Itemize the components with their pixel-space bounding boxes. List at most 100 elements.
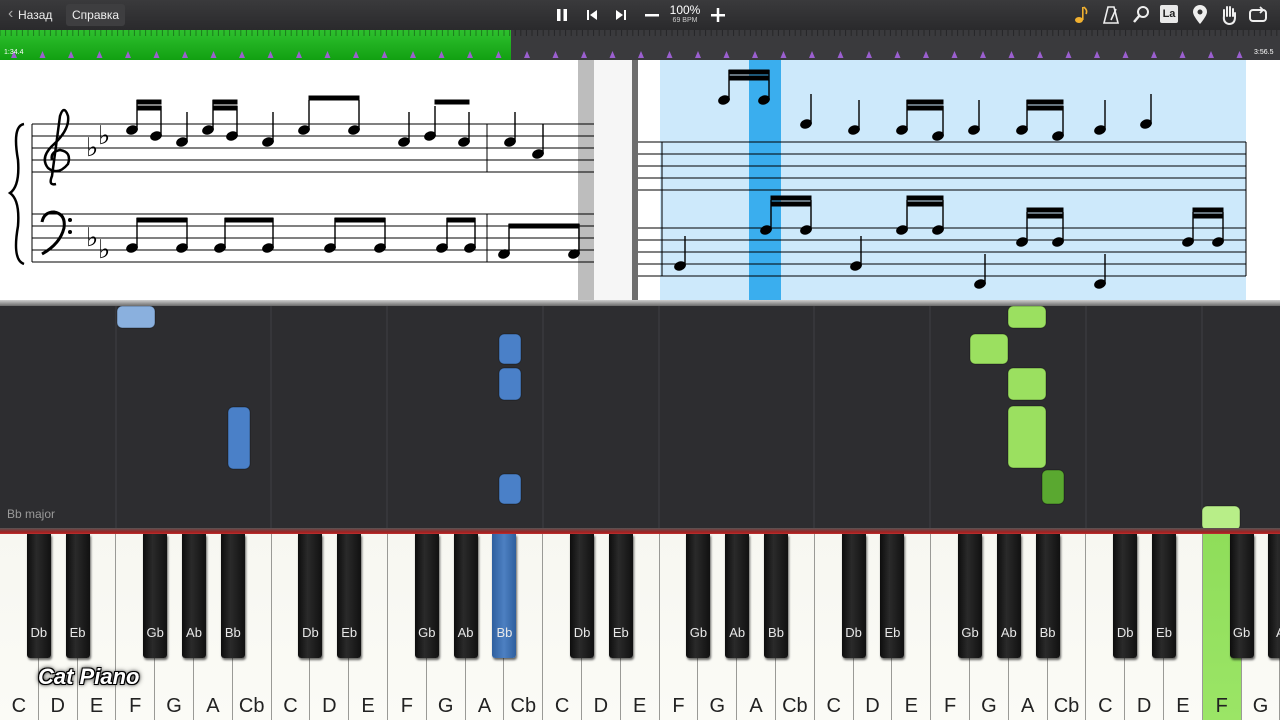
timeline-bar[interactable]: 1:34.4 3:56.5: [0, 30, 1280, 60]
next-button[interactable]: [609, 3, 633, 27]
black-key[interactable]: Eb: [337, 534, 362, 658]
tempo-decrease-button[interactable]: [640, 3, 664, 27]
black-key[interactable]: Db: [298, 534, 323, 658]
note-beam: [1026, 213, 1064, 219]
black-key-label: Gb: [1232, 625, 1251, 640]
white-key-label: E: [633, 695, 647, 717]
section-marker: [980, 51, 986, 58]
black-key[interactable]: Db: [26, 534, 51, 658]
black-key[interactable]: Eb: [65, 534, 90, 658]
black-key[interactable]: Ab: [725, 534, 750, 658]
black-key[interactable]: Eb: [1152, 534, 1176, 658]
black-key[interactable]: Eb: [608, 534, 633, 658]
location-button[interactable]: [1189, 4, 1211, 26]
black-key[interactable]: Db: [1113, 534, 1138, 658]
white-key-label: F: [129, 695, 142, 717]
black-key[interactable]: Gb: [1229, 534, 1254, 658]
white-key-label: D: [593, 695, 609, 717]
black-key[interactable]: Ab: [453, 534, 478, 658]
skip-forward-icon: [616, 10, 626, 20]
pause-icon: [557, 9, 567, 21]
hand-icon: [1222, 6, 1236, 26]
top-toolbar: Назад Справка 100% 69 BPM La: [0, 0, 1280, 30]
metronome-icon: [1102, 6, 1120, 24]
black-key-label: Ab: [1000, 625, 1017, 640]
note-button[interactable]: [1070, 4, 1092, 26]
left-hand-note: [498, 473, 522, 505]
note-beam: [212, 105, 238, 111]
piano-keyboard[interactable]: C D E F G A Cb C D E F G A Cb C D E F G A Cb C D E F G A Cb C D E F G Db E…: [0, 534, 1280, 720]
section-marker: [866, 51, 872, 58]
section-marker: [752, 51, 758, 58]
section-marker: [182, 51, 188, 58]
black-key-label: Eb: [884, 625, 901, 640]
white-key-label: D: [322, 695, 337, 717]
hand-button[interactable]: [1218, 4, 1240, 26]
black-key-label: Db: [845, 625, 862, 640]
black-key-label: Db: [302, 625, 319, 640]
note-beam: [1026, 207, 1064, 213]
previous-button[interactable]: [580, 3, 604, 27]
white-key-label: C: [554, 695, 570, 717]
black-key[interactable]: Gb: [686, 534, 711, 658]
left-hand-note: [227, 406, 251, 470]
section-marker: [1122, 51, 1129, 58]
section-marker: [210, 51, 217, 58]
section-marker: [780, 51, 787, 58]
white-key-label: E: [1176, 695, 1190, 717]
black-key[interactable]: Gb: [143, 534, 168, 658]
white-key-label: G: [437, 695, 454, 717]
black-key-label: Eb: [341, 625, 358, 640]
black-key-label: Db: [1116, 625, 1134, 640]
section-marker: [923, 51, 929, 58]
black-key[interactable]: Gb: [958, 534, 982, 658]
black-key-label: Eb: [69, 625, 86, 640]
black-key[interactable]: Db: [841, 534, 866, 658]
white-key-label: F: [1215, 695, 1228, 717]
section-marker: [695, 51, 701, 58]
white-key-label: G: [709, 695, 726, 717]
svg-text:♭: ♭: [86, 133, 98, 163]
cat-piano-logo: Cat Piano: [38, 664, 140, 689]
piano-roll: Bb major: [0, 305, 1280, 531]
note-names-button[interactable]: La: [1160, 5, 1178, 23]
section-marker: [638, 51, 644, 58]
loop-button[interactable]: [1247, 4, 1269, 26]
section-marker: [1151, 51, 1157, 58]
section-marker: [239, 51, 245, 58]
metronome-button[interactable]: [1100, 4, 1122, 26]
section-marker: [581, 51, 587, 58]
black-key-label: Gb: [961, 625, 979, 640]
black-key[interactable]: Bb: [764, 534, 788, 658]
right-hand-note: [1007, 367, 1047, 401]
black-key[interactable]: Ab: [996, 534, 1021, 658]
tempo-display: 100% 69 BPM: [664, 4, 706, 25]
search-button[interactable]: [1130, 4, 1152, 26]
black-key[interactable]: Bb: [492, 534, 517, 658]
sheet-music: ♭ ♭ ♭ ♭: [0, 60, 1280, 300]
black-key[interactable]: Db: [570, 534, 594, 658]
note-beam: [136, 105, 162, 111]
white-key-label: C: [11, 695, 27, 717]
section-marker: [1179, 51, 1186, 58]
tempo-increase-button[interactable]: [706, 3, 730, 27]
help-button[interactable]: Справка: [66, 4, 126, 26]
white-key-label: Cb: [782, 695, 808, 717]
note-beam: [906, 201, 944, 207]
black-key[interactable]: A: [1268, 534, 1280, 658]
location-pin-icon: [1193, 5, 1207, 24]
white-key-label: E: [904, 695, 918, 717]
black-key[interactable]: Ab: [182, 534, 206, 658]
black-key-label: Gb: [418, 625, 436, 640]
black-key-label: Gb: [689, 625, 708, 640]
svg-text:♭: ♭: [86, 223, 98, 253]
pause-button[interactable]: [550, 3, 574, 27]
black-key[interactable]: Bb: [1035, 534, 1060, 658]
black-key[interactable]: Eb: [880, 534, 905, 658]
black-key[interactable]: Bb: [220, 534, 245, 658]
black-key-label: Bb: [768, 625, 784, 640]
black-key[interactable]: Gb: [414, 534, 439, 658]
note-beam: [728, 75, 770, 81]
white-key-label: Cb: [238, 695, 265, 717]
back-button[interactable]: Назад: [6, 3, 58, 26]
